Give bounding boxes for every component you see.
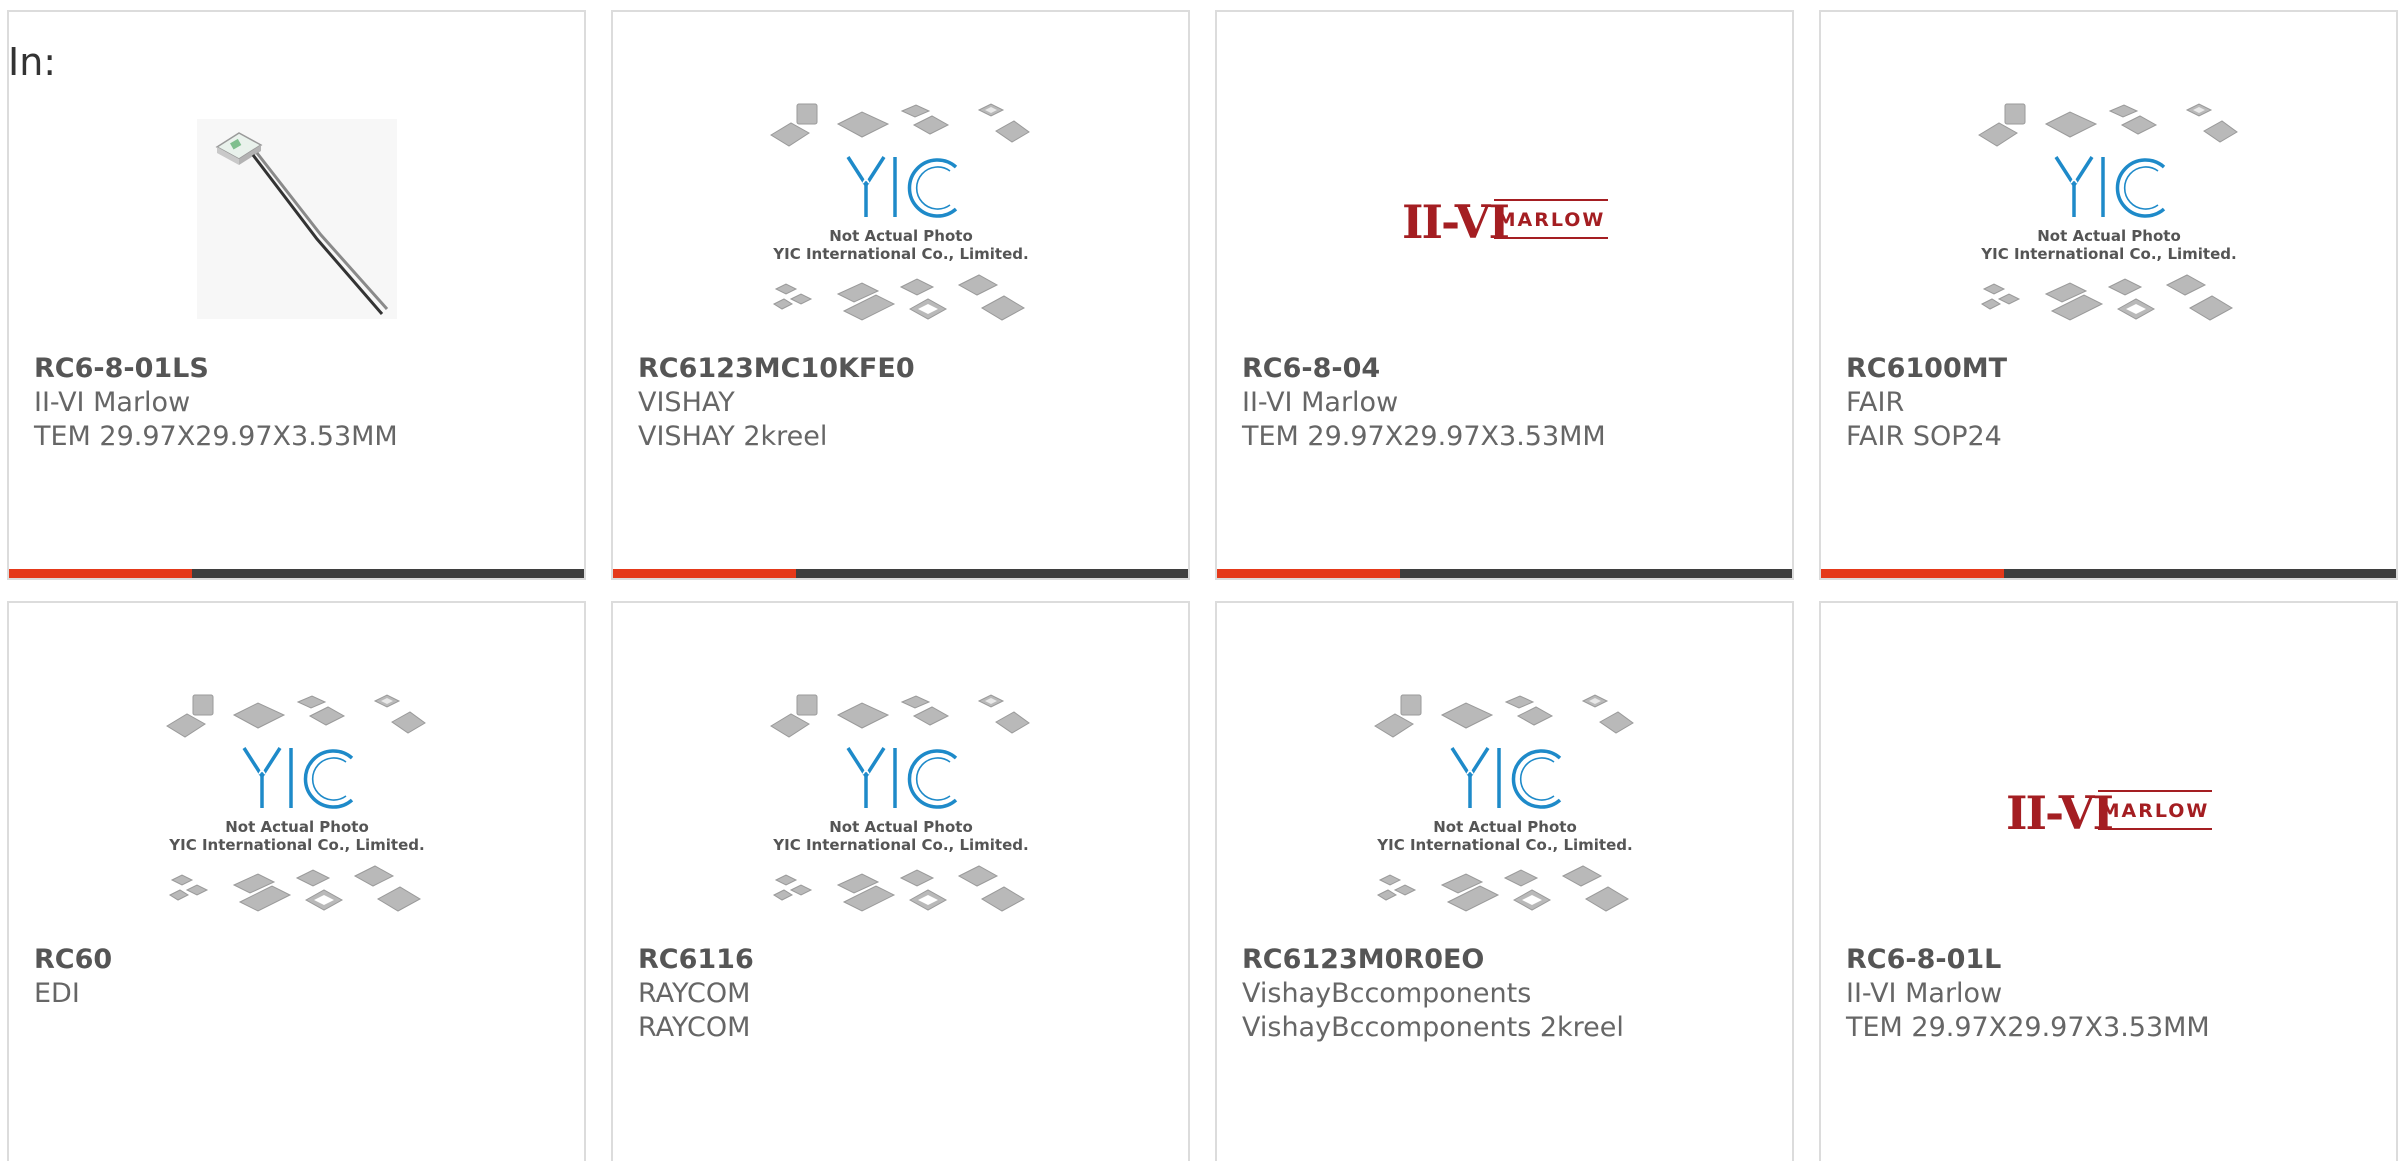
- manufacturer: FAIR: [1846, 387, 1905, 418]
- in-label: In:: [8, 40, 57, 84]
- product-image[interactable]: [613, 74, 1188, 364]
- product-image[interactable]: [1217, 74, 1792, 364]
- product-card[interactable]: RC60 EDI: [7, 601, 586, 1161]
- manufacturer: II-VI Marlow: [1846, 978, 2003, 1009]
- manufacturer: II-VI Marlow: [34, 387, 191, 418]
- part-number-link[interactable]: RC6-8-01LS: [34, 352, 569, 386]
- product-info: RC6123MC10KFE0 VISHAY VISHAY 2kreel: [638, 352, 1173, 454]
- part-number-link[interactable]: RC6123M0R0EO: [1242, 943, 1777, 977]
- product-card[interactable]: RC6-8-01L II-VI Marlow TEM 29.97X29.97X3.5…: [1819, 601, 2398, 1161]
- product-info: RC6123M0R0EO VishayBccomponents VishayBcco…: [1242, 943, 1777, 1045]
- description: TEM 29.97X29.97X3.53MM: [34, 421, 398, 452]
- product-image[interactable]: [9, 74, 584, 364]
- description: VishayBccomponents 2kreel: [1242, 1012, 1624, 1043]
- product-image[interactable]: [1821, 665, 2396, 955]
- yic-placeholder-image: [162, 690, 432, 930]
- product-info: RC6100MT FAIR FAIR SOP24: [1846, 352, 2381, 454]
- manufacturer: VISHAY: [638, 387, 735, 418]
- card-bottom-bar: [1217, 569, 1792, 578]
- description: TEM 29.97X29.97X3.53MM: [1846, 1012, 2210, 1043]
- yic-placeholder-image: [1974, 99, 2244, 339]
- product-image[interactable]: [613, 665, 1188, 955]
- product-card[interactable]: RC6123M0R0EO VishayBccomponents VishayBcco…: [1215, 601, 1794, 1161]
- marlow-logo: [2004, 785, 2214, 835]
- manufacturer: II-VI Marlow: [1242, 387, 1399, 418]
- part-number-link[interactable]: RC6-8-01L: [1846, 943, 2381, 977]
- product-card[interactable]: RC6123MC10KFE0 VISHAY VISHAY 2kreel: [611, 10, 1190, 580]
- product-info: RC60 EDI: [34, 943, 569, 1011]
- product-card[interactable]: RC6116 RAYCOM RAYCOM: [611, 601, 1190, 1161]
- card-bar-accent: [1821, 569, 2004, 578]
- card-bottom-bar: [9, 569, 584, 578]
- yic-placeholder-image: [766, 99, 1036, 339]
- manufacturer: VishayBccomponents: [1242, 978, 1532, 1009]
- product-card[interactable]: RC6-8-01LS II-VI Marlow TEM 29.97X29.97X3.…: [7, 10, 586, 580]
- marlow-logo: [1400, 194, 1610, 244]
- tec-module-photo: [197, 119, 397, 319]
- description: VISHAY 2kreel: [638, 421, 828, 452]
- card-bar-accent: [613, 569, 796, 578]
- product-info: RC6-8-01LS II-VI Marlow TEM 29.97X29.97X3.…: [34, 352, 569, 454]
- card-bottom-bar: [613, 569, 1188, 578]
- part-number-link[interactable]: RC6123MC10KFE0: [638, 352, 1173, 386]
- part-number-link[interactable]: RC6116: [638, 943, 1173, 977]
- description: RAYCOM: [638, 1012, 751, 1043]
- product-image[interactable]: [1217, 665, 1792, 955]
- product-card[interactable]: RC6-8-04 II-VI Marlow TEM 29.97X29.97X3.53…: [1215, 10, 1794, 580]
- product-image[interactable]: [9, 665, 584, 955]
- card-bar-accent: [1217, 569, 1400, 578]
- part-number-link[interactable]: RC6-8-04: [1242, 352, 1777, 386]
- description: FAIR SOP24: [1846, 421, 2002, 452]
- product-card[interactable]: RC6100MT FAIR FAIR SOP24: [1819, 10, 2398, 580]
- description: TEM 29.97X29.97X3.53MM: [1242, 421, 1606, 452]
- product-info: RC6-8-04 II-VI Marlow TEM 29.97X29.97X3.53…: [1242, 352, 1777, 454]
- part-number-link[interactable]: RC6100MT: [1846, 352, 2381, 386]
- card-bar-accent: [9, 569, 192, 578]
- part-number-link[interactable]: RC60: [34, 943, 569, 977]
- manufacturer: EDI: [34, 978, 80, 1009]
- yic-placeholder-image: [1370, 690, 1640, 930]
- product-info: RC6-8-01L II-VI Marlow TEM 29.97X29.97X3.5…: [1846, 943, 2381, 1045]
- card-bottom-bar: [1821, 569, 2396, 578]
- product-grid-page: In: RC6-8-01LS II-VI Marlow TEM 29.97X29.9…: [0, 0, 2400, 1161]
- manufacturer: RAYCOM: [638, 978, 751, 1009]
- product-image[interactable]: [1821, 74, 2396, 364]
- yic-placeholder-image: [766, 690, 1036, 930]
- product-info: RC6116 RAYCOM RAYCOM: [638, 943, 1173, 1045]
